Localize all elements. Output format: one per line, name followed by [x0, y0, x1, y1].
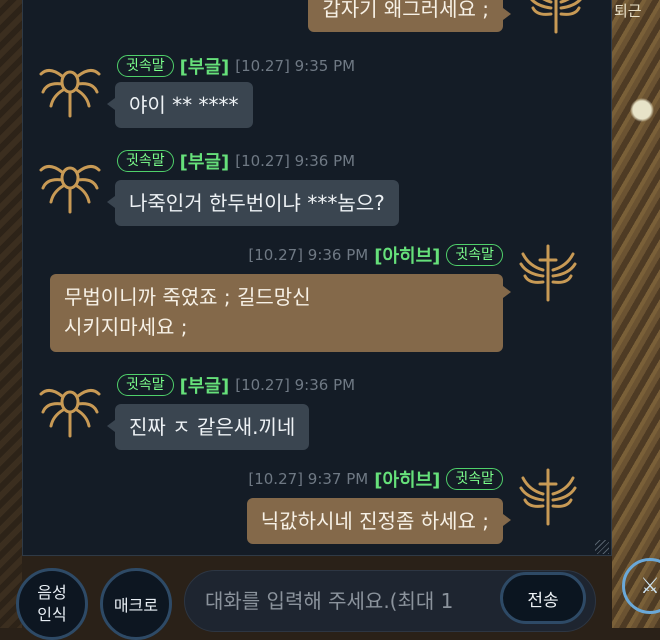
resize-grip[interactable] [595, 540, 609, 554]
game-label: 퇴근 [614, 2, 642, 20]
sender-nickname[interactable]: [부글] [180, 53, 230, 79]
message-header: 귓속말 [부글] [10.27] 9:36 PM [117, 372, 355, 398]
send-button[interactable]: 전송 [500, 572, 586, 624]
voice-recognition-button[interactable]: 음성 인식 [16, 568, 88, 640]
macro-button-label: 매크로 [113, 596, 159, 615]
message-text-line: 시키지마세요 ; [64, 315, 188, 339]
sender-nickname[interactable]: [부글] [180, 148, 230, 174]
message-bubble[interactable]: 나죽인거 한두번이냐 ***놈으? [115, 180, 399, 226]
message-bubble[interactable]: 야이 ** **** [115, 82, 253, 128]
bubble-tail [503, 514, 511, 526]
sword-wings-emblem-icon[interactable] [523, 0, 589, 38]
bubble-tail [107, 98, 115, 110]
message-header: [10.27] 9:37 PM [아히브] 귓속말 [248, 466, 503, 492]
game-background-left [0, 0, 22, 628]
whisper-badge: 귓속말 [117, 374, 174, 396]
sender-nickname[interactable]: [아히브] [374, 242, 440, 268]
whisper-badge: 귓속말 [446, 244, 503, 266]
spider-emblem-icon[interactable] [37, 152, 103, 218]
sword-wings-emblem-icon[interactable] [515, 464, 581, 530]
message-header: 귓속말 [부글] [10.27] 9:36 PM [117, 148, 355, 174]
bubble-tail [503, 286, 511, 298]
whisper-badge: 귓속말 [446, 468, 503, 490]
spider-emblem-icon[interactable] [37, 56, 103, 122]
message-header: 귓속말 [부글] [10.27] 9:35 PM [117, 53, 355, 79]
message-bubble[interactable]: 진짜 ㅈ 같은새.끼네 [115, 404, 310, 450]
message-text: 갑자기 왜그러세요 ; [322, 0, 489, 21]
chat-input-placeholder: 대화를 입력해 주세요.(최대 1 [205, 589, 454, 613]
message-bubble[interactable]: 무법이니까 죽였죠 ; 길드망신 시키지마세요 ; [50, 274, 503, 352]
message-text: 나죽인거 한두번이냐 ***놈으? [129, 191, 385, 215]
voice-button-label-line: 음성 [37, 583, 67, 602]
voice-button-label-line: 인식 [37, 605, 67, 624]
message-text: 야이 ** **** [129, 93, 239, 117]
game-background-right [612, 0, 660, 628]
bubble-tail [107, 196, 115, 208]
message-timestamp: [10.27] 9:35 PM [235, 57, 356, 75]
message-header: [10.27] 9:36 PM [아히브] 귓속말 [248, 242, 503, 268]
message-text-line: 무법이니까 죽였죠 ; 길드망신 [64, 285, 311, 309]
message-timestamp: [10.27] 9:37 PM [248, 470, 369, 488]
whisper-badge: 귓속말 [117, 150, 174, 172]
send-button-label: 전송 [527, 590, 559, 611]
message-text: 닉값하시네 진정좀 하세요 ; [260, 509, 489, 533]
sender-nickname[interactable]: [부글] [180, 372, 230, 398]
whisper-badge: 귓속말 [117, 55, 174, 77]
bubble-tail [107, 420, 115, 432]
sender-nickname[interactable]: [아히브] [374, 466, 440, 492]
whisper-chat-panel: 갑자기 왜그러세요 ; 귓속말 [부글] [10.27] 9:35 PM 야이 … [22, 0, 612, 556]
bubble-tail [503, 8, 511, 20]
message-timestamp: [10.27] 9:36 PM [235, 152, 356, 170]
message-timestamp: [10.27] 9:36 PM [248, 246, 369, 264]
chat-input-bar: 음성 인식 매크로 대화를 입력해 주세요.(최대 1 전송 [0, 556, 612, 640]
message-bubble[interactable]: 갑자기 왜그러세요 ; [308, 0, 503, 32]
message-bubble[interactable]: 닉값하시네 진정좀 하세요 ; [246, 498, 503, 544]
macro-button[interactable]: 매크로 [100, 568, 172, 640]
sword-wings-emblem-icon[interactable] [515, 240, 581, 306]
message-timestamp: [10.27] 9:36 PM [235, 376, 356, 394]
spider-emblem-icon[interactable] [37, 376, 103, 442]
message-text: 진짜 ㅈ 같은새.끼네 [129, 415, 296, 439]
